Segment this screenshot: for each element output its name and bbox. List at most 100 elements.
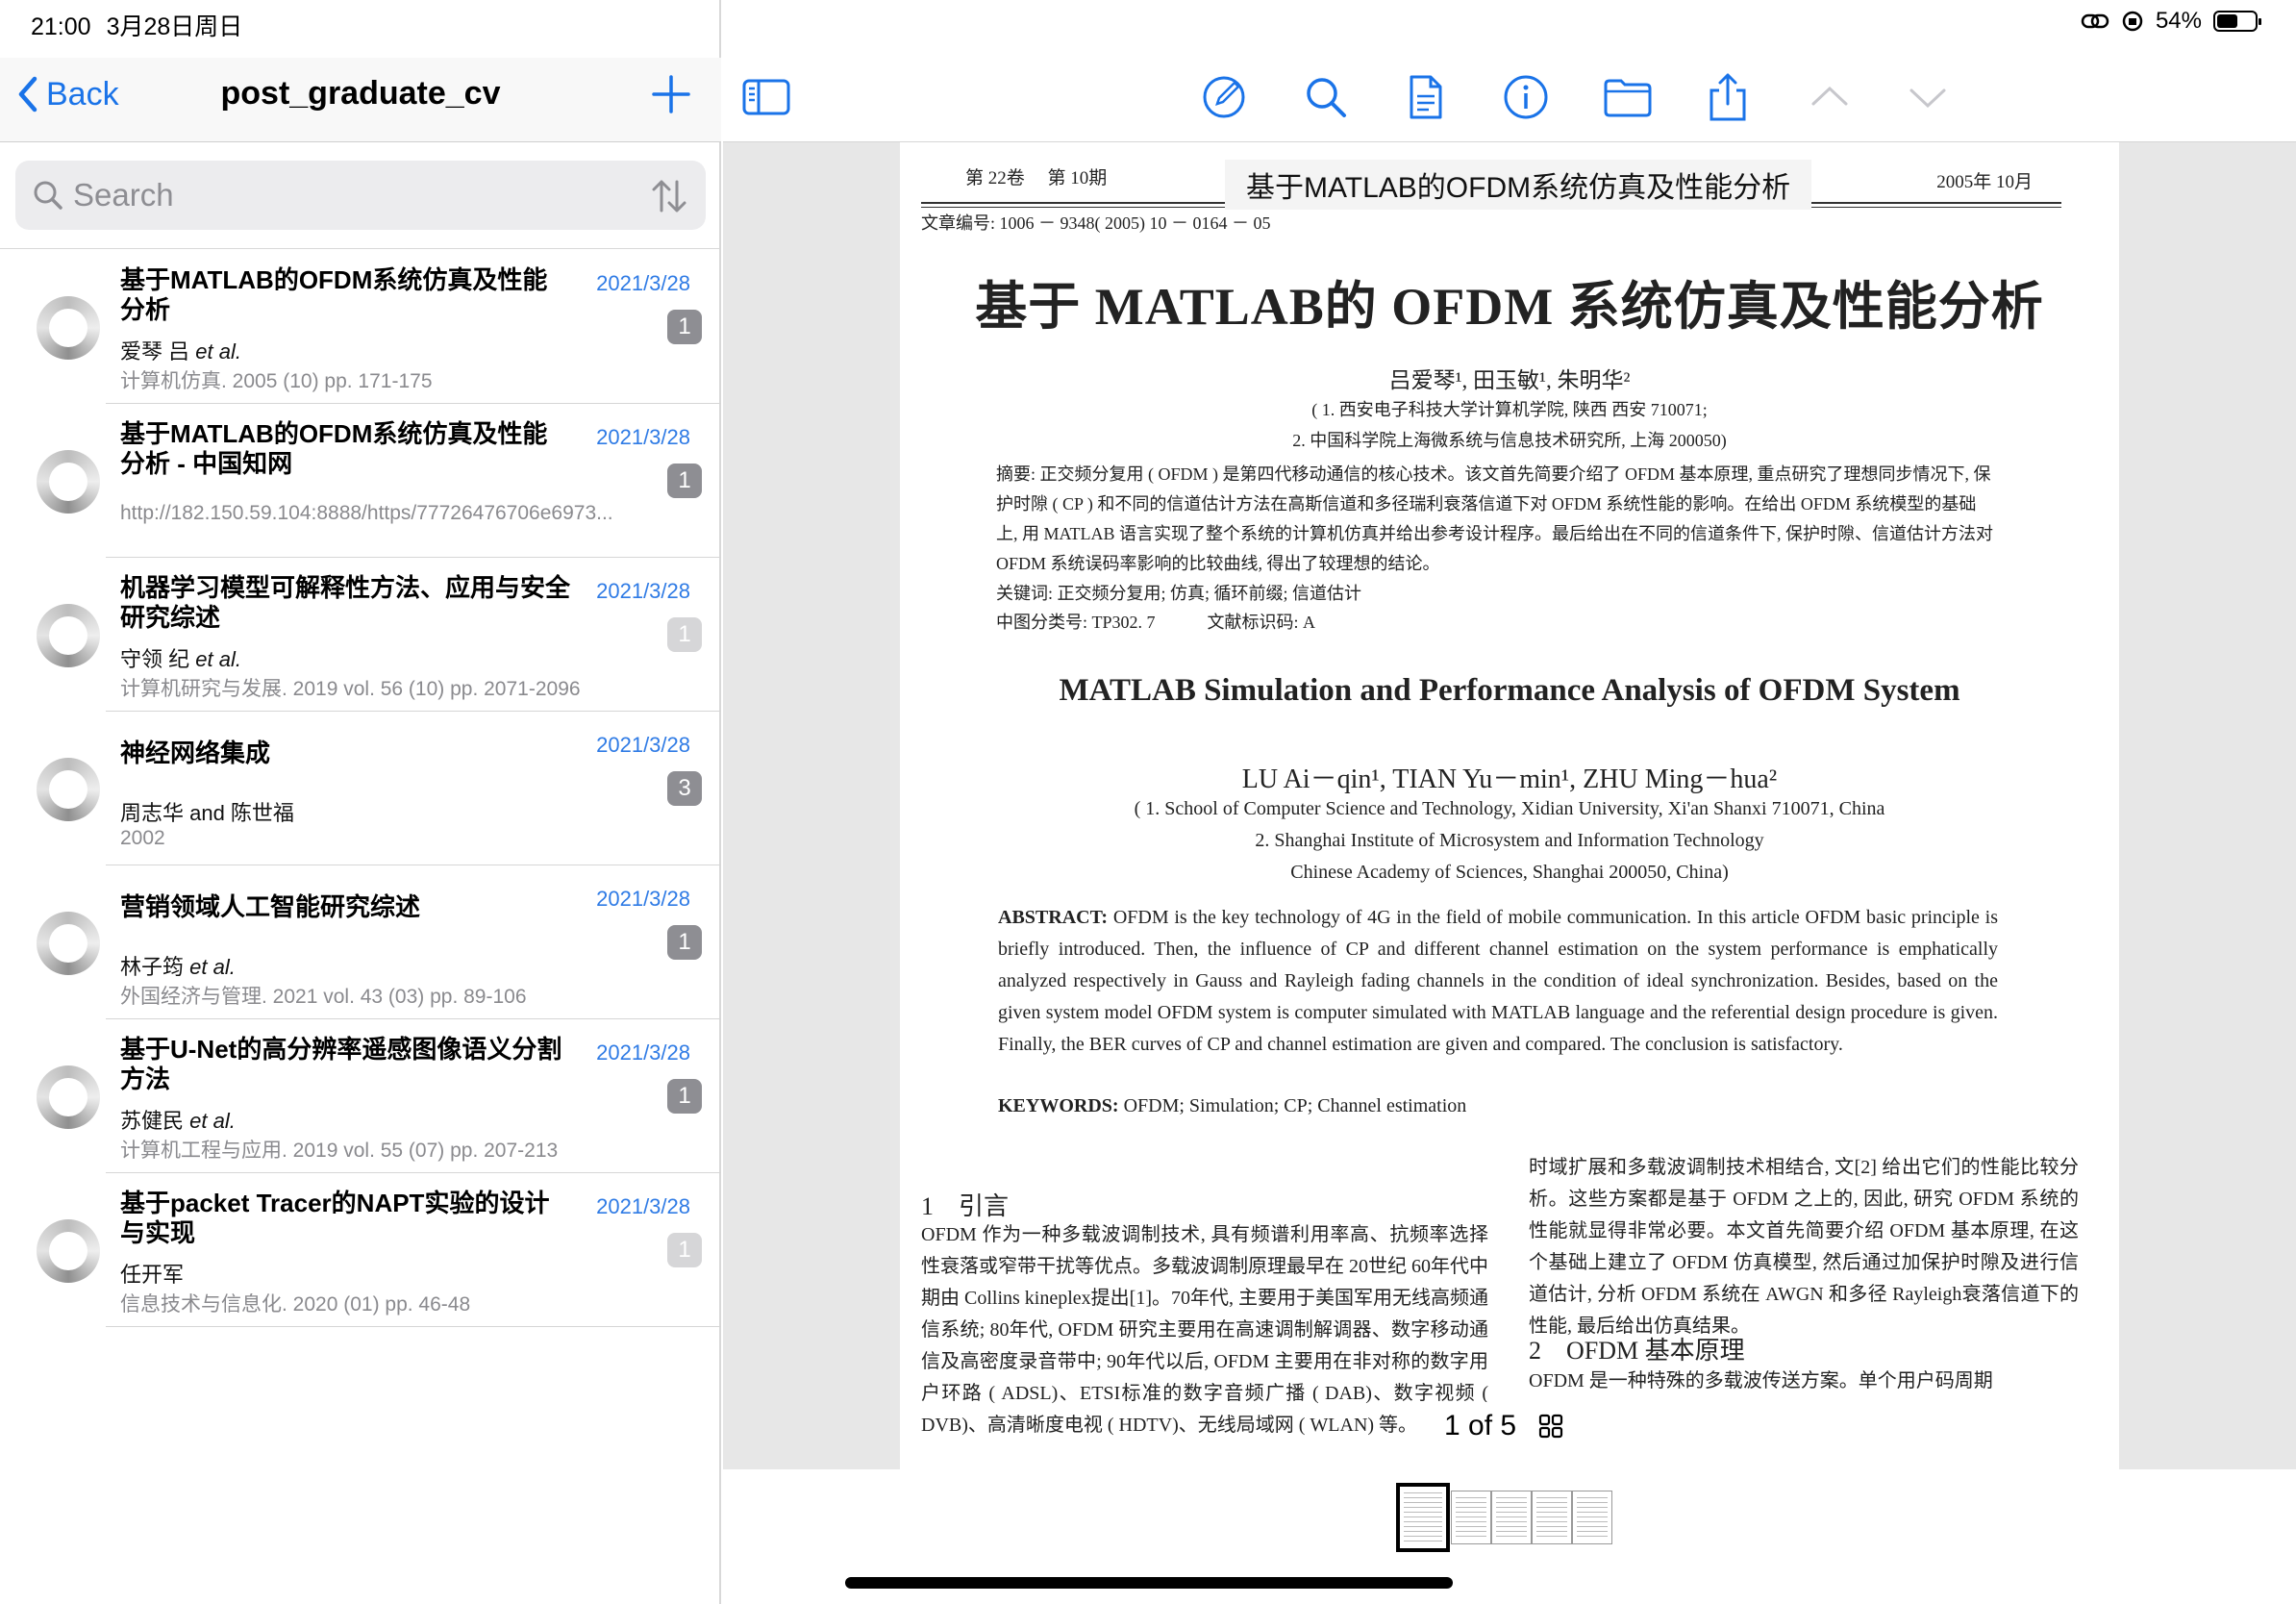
body-column-left: OFDM 作为一种多载波调制技术, 具有频谱利用率高、抗频率选择性衰落或窄带干扰… [921, 1224, 1488, 1436]
orientation-lock-icon [2122, 11, 2143, 32]
list-item[interactable]: 基于MATLAB的OFDM系统仿真及性能分析 2021/3/28 1 爱琴 吕 … [0, 250, 721, 404]
attachment-count-badge: 3 [667, 771, 702, 806]
affiliation-en-3: Chinese Academy of Sciences, Shanghai 20… [1290, 862, 1729, 883]
page-indicator[interactable]: 1 of 5 [1431, 1402, 1579, 1450]
thumbnail-preview [1404, 1492, 1442, 1542]
add-icon[interactable] [650, 73, 692, 115]
abstract-en: ABSTRACT: OFDM is the key technology of … [998, 902, 1998, 1061]
grid-icon [1538, 1414, 1563, 1439]
page-thumbnail[interactable] [1491, 1491, 1532, 1544]
list-item[interactable]: 神经网络集成 2021/3/28 3 周志华 and 陈世福 2002 [0, 712, 721, 865]
item-et-al: et al. [189, 955, 236, 979]
item-authors: 苏健民 et al. [120, 1104, 236, 1135]
affiliation-en-2: 2. Shanghai Institute of Microsystem and… [1255, 830, 1764, 851]
attachment-count-badge: 1 [667, 464, 702, 498]
item-et-al: et al. [195, 647, 241, 671]
collection-title: post_graduate_cv [220, 75, 501, 112]
sidebar-nav-bar: Back post_graduate_cv [0, 58, 721, 142]
status-time-date: 21:00 3月28日周日 [31, 8, 258, 42]
battery-percent: 54% [2155, 8, 2202, 34]
page-indicator-label: 1 of 5 [1444, 1410, 1517, 1441]
page-thumbnail[interactable] [1396, 1483, 1450, 1552]
search-icon[interactable] [1300, 71, 1352, 123]
item-meta: http://182.150.59.104:8888/https/7772647… [120, 502, 613, 524]
item-date: 2021/3/28 [596, 271, 690, 295]
section-2-heading: 2 OFDM 基本原理 [1529, 1337, 1745, 1365]
item-meta: 信息技术与信息化. 2020 (01) pp. 46-48 [120, 1293, 471, 1316]
sort-icon[interactable] [650, 178, 688, 214]
search-input[interactable] [73, 161, 611, 230]
item-authors-names: 林子筠 [120, 955, 185, 979]
item-authors: 守领 纪 et al. [120, 642, 241, 673]
search-icon [34, 181, 62, 210]
folder-icon[interactable] [1602, 71, 1654, 123]
annotate-icon[interactable] [1198, 71, 1250, 123]
reader-toolbar [723, 58, 2296, 142]
header-volume: 第 22卷 第 10期 [965, 168, 1108, 188]
read-progress-icon [37, 1219, 100, 1283]
list-item[interactable]: 机器学习模型可解释性方法、应用与安全研究综述 2021/3/28 1 守领 纪 … [0, 558, 721, 712]
item-title: 机器学习模型可解释性方法、应用与安全研究综述 [120, 573, 571, 632]
thumbnail-preview [1496, 1497, 1527, 1538]
section-2-text: OFDM 是一种特殊的多载波传送方案。单个用户码周期 [1529, 1370, 1993, 1391]
affiliation-2: 2. 中国科学院上海微系统与信息技术研究所, 上海 200050) [1292, 431, 1727, 450]
page-thumbnail[interactable] [1572, 1491, 1612, 1544]
thumbnail-preview [1577, 1497, 1608, 1538]
chevron-down-icon[interactable] [1902, 71, 1954, 123]
page-thumbnail[interactable] [1451, 1491, 1491, 1544]
home-indicator[interactable] [845, 1577, 1453, 1589]
item-title: 基于MATLAB的OFDM系统仿真及性能分析 - 中国知网 [120, 419, 548, 478]
info-icon[interactable] [1500, 71, 1552, 123]
attachment-count-badge: 1 [667, 925, 702, 960]
page-thumbnail[interactable] [1532, 1491, 1572, 1544]
library-sidebar: 21:00 3月28日周日 Back post_graduate_cv 基于MAT… [0, 0, 721, 1604]
read-progress-icon [37, 912, 100, 975]
item-date: 2021/3/28 [596, 579, 690, 603]
attachment-count-badge: 1 [667, 617, 702, 652]
attachment-count-badge: 1 [667, 1079, 702, 1114]
item-date: 2021/3/28 [596, 1040, 690, 1065]
item-meta: 2002 [120, 827, 165, 849]
article-number: 文章编号: 1006 － 9348( 2005) 10 － 0164 － 05 [921, 213, 1271, 233]
list-item[interactable]: 基于MATLAB的OFDM系统仿真及性能分析 - 中国知网 2021/3/28 … [0, 404, 721, 558]
item-authors-names: 爱琴 吕 [120, 339, 190, 363]
read-progress-icon [37, 758, 100, 821]
list-item[interactable]: 营销领域人工智能研究综述 2021/3/28 1 林子筠 et al. 外国经济… [0, 865, 721, 1019]
section-1-heading: 1 引言 [921, 1192, 1010, 1220]
read-progress-icon [37, 1065, 100, 1129]
paper-title: 基于 MATLAB的 OFDM 系统仿真及性能分析 [975, 278, 2044, 336]
attachment-count-badge: 1 [667, 310, 702, 344]
battery-fill [2217, 14, 2237, 28]
item-authors-names: 周志华 and 陈世福 [120, 801, 294, 825]
item-authors: 林子筠 et al. [120, 950, 236, 981]
document-title-overlay: 基于MATLAB的OFDM系统仿真及性能分析 [1225, 160, 1812, 210]
status-time: 21:00 [31, 13, 91, 40]
keywords-en: KEYWORDS: OFDM; Simulation; CP; Channel … [998, 1090, 1998, 1122]
document-viewport[interactable]: 第 22卷 第 10期 2005年 10月 基于MATLAB的OFDM系统仿真及… [723, 142, 2296, 1469]
list-item[interactable]: 基于packet Tracer的NAPT实验的设计与实现 2021/3/28 1… [0, 1173, 721, 1327]
item-meta: 计算机工程与应用. 2019 vol. 55 (07) pp. 207-213 [120, 1140, 559, 1162]
sidebar-toggle-icon[interactable] [740, 71, 792, 123]
share-icon[interactable] [1702, 71, 1754, 123]
item-date: 2021/3/28 [596, 1194, 690, 1218]
battery-icon [2213, 11, 2261, 32]
affiliation-1: ( 1. 西安电子科技大学计算机学院, 陕西 西安 710071; [1311, 400, 1708, 419]
abstract-en-label: ABSTRACT: [998, 907, 1109, 928]
item-authors-names: 守领 纪 [120, 647, 190, 671]
header-date: 2005年 10月 [1936, 172, 2033, 192]
item-date: 2021/3/28 [596, 887, 690, 911]
read-progress-icon [37, 450, 100, 514]
status-date: 3月28日周日 [106, 13, 243, 40]
paper-title-en: MATLAB Simulation and Performance Analys… [1059, 673, 1960, 708]
keywords-en-label: KEYWORDS: [998, 1095, 1119, 1116]
item-authors-names: 任开军 [120, 1263, 185, 1287]
chevron-up-icon[interactable] [1804, 71, 1856, 123]
app-root: 21:00 3月28日周日 Back post_graduate_cv 基于MAT… [0, 0, 2296, 1604]
item-title: 营销领域人工智能研究综述 [120, 892, 421, 921]
abstract-en-text: OFDM is the key technology of 4G in the … [998, 907, 1998, 1055]
list-item[interactable]: 基于U-Net的高分辨率遥感图像语义分割方法 2021/3/28 1 苏健民 e… [0, 1019, 721, 1173]
item-title: 基于packet Tracer的NAPT实验的设计与实现 [120, 1189, 550, 1247]
document-icon[interactable] [1400, 71, 1452, 123]
read-progress-icon [37, 604, 100, 667]
item-meta: 外国经济与管理. 2021 vol. 43 (03) pp. 89-106 [120, 986, 527, 1008]
